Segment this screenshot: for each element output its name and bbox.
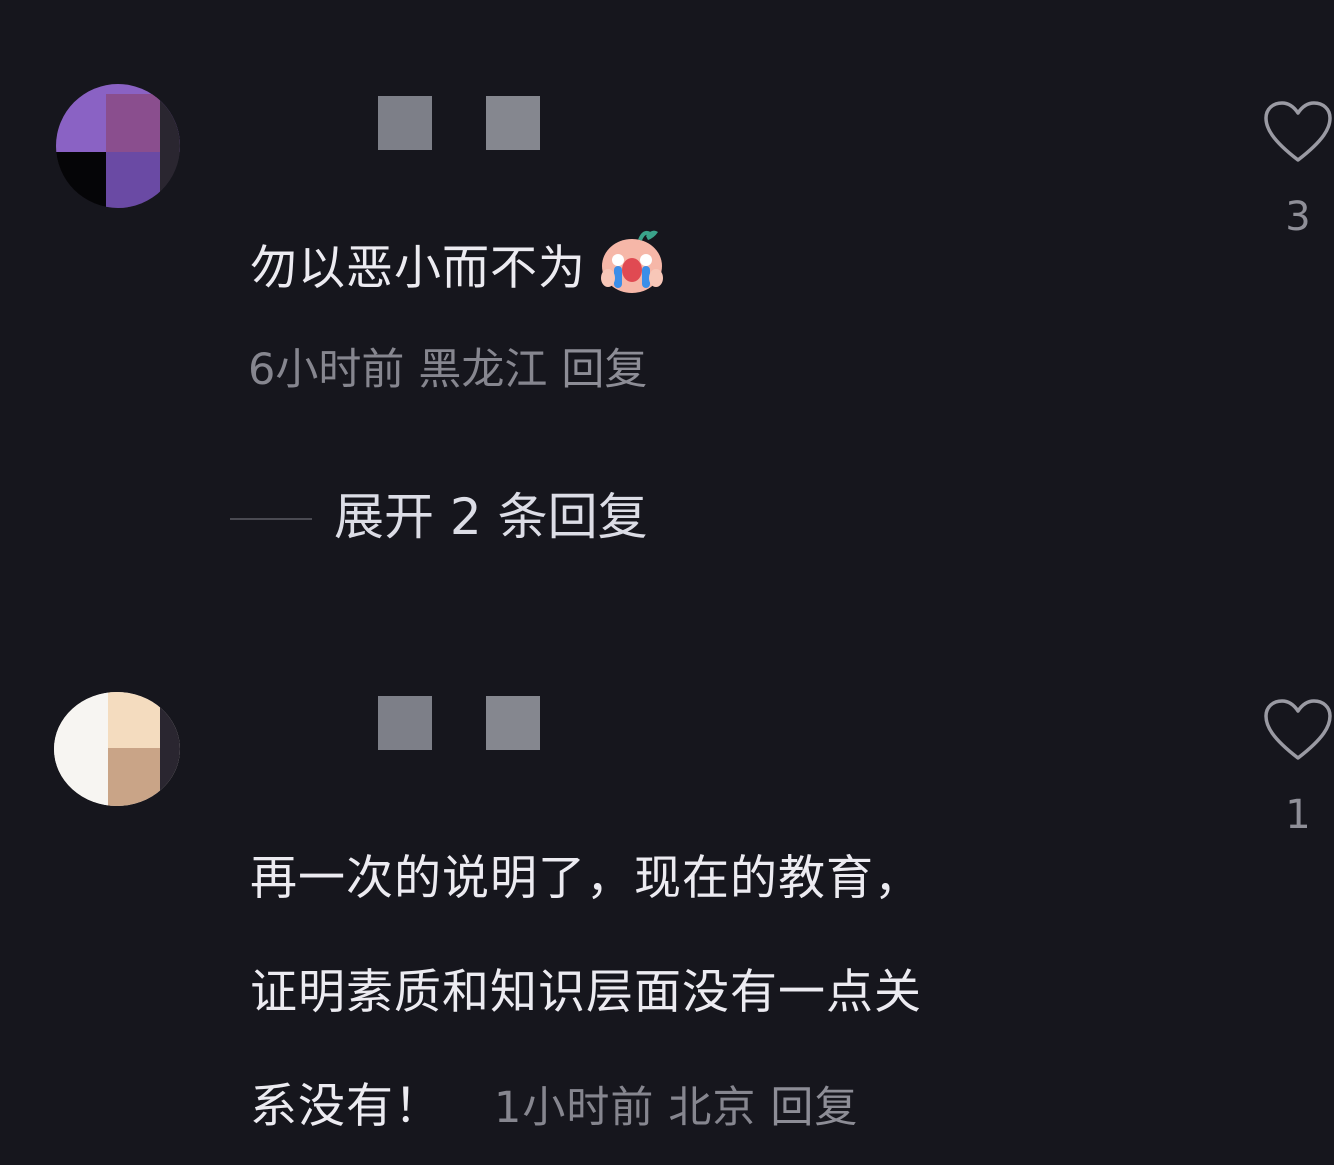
comment-item: 再一次的说明了，现在的教育， 证明素质和知识层面没有一点关 系没有！ 1小时前 北京…	[0, 640, 1334, 1134]
reply-button[interactable]: 回复	[770, 1083, 858, 1133]
expand-replies-label: 展开 2 条回复	[334, 488, 648, 546]
username-redacted[interactable]	[378, 96, 548, 152]
crying-face-emoji	[594, 222, 668, 296]
comment-meta: 1小时前 北京 回复	[494, 1083, 872, 1133]
avatar[interactable]	[56, 84, 180, 208]
like-button[interactable]: 3	[1262, 100, 1334, 242]
username-redacted[interactable]	[378, 696, 548, 752]
comment-meta: 6小时前 黑龙江 回复	[248, 340, 661, 400]
reply-button[interactable]: 回复	[561, 345, 647, 395]
divider-dash	[230, 518, 312, 520]
comment-time: 1小时前	[494, 1083, 655, 1133]
comment-location: 黑龙江	[418, 345, 548, 395]
comment-item: 勿以恶小而不为 6小时前 黑龙江 回复 展开 2 条回复 3	[0, 0, 1334, 600]
comment-time: 6小时前	[248, 345, 405, 395]
comment-text: 勿以恶小而不为	[250, 222, 668, 300]
comment-text: 再一次的说明了，现在的教育， 证明素质和知识层面没有一点关 系没有！ 1小时前 北京…	[250, 851, 922, 1134]
comment-location: 北京	[668, 1083, 757, 1133]
like-count: 1	[1285, 792, 1311, 838]
like-count: 3	[1285, 194, 1311, 240]
avatar[interactable]	[54, 692, 180, 806]
heart-outline-icon	[1264, 699, 1332, 760]
heart-outline-icon	[1264, 101, 1332, 162]
like-button[interactable]: 1	[1262, 698, 1334, 840]
